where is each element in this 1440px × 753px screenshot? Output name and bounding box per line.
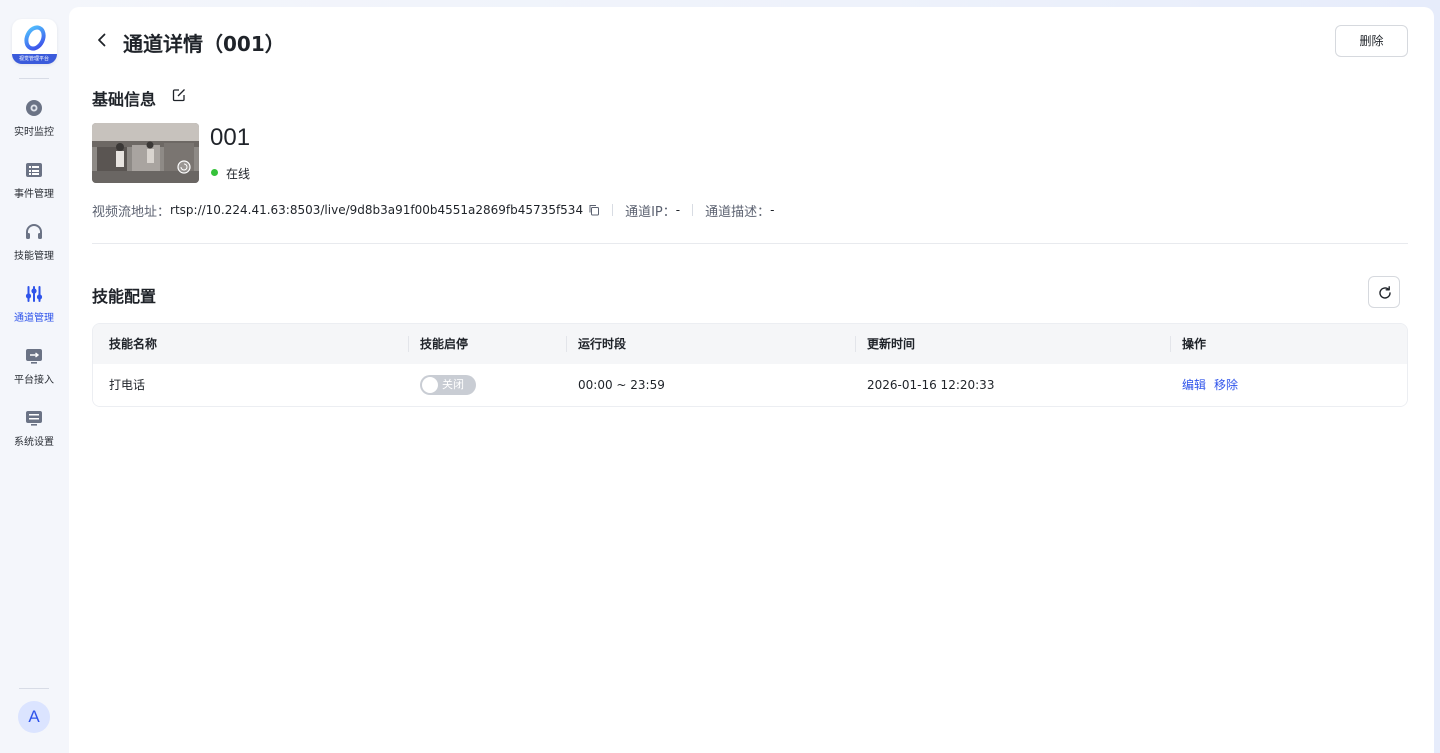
skill-toggle-switch[interactable]: 关闭: [420, 375, 476, 395]
sidebar-item-realtime-monitor[interactable]: 实时监控: [0, 87, 68, 149]
column-header-update-time: 更新时间: [867, 337, 916, 351]
channel-ip-value: -: [675, 203, 681, 217]
column-separator: [566, 336, 567, 352]
column-header-skill-name: 技能名称: [109, 337, 158, 351]
sidebar-item-system-settings[interactable]: 系统设置: [0, 397, 68, 459]
table-header: 技能名称 技能启停 运行时段 更新时间 操作: [93, 324, 1407, 364]
list-icon: [26, 163, 42, 177]
refresh-icon: [1379, 286, 1391, 299]
settings-icon: [26, 411, 42, 426]
skills-table: 技能名称 技能启停 运行时段 更新时间 操作 打电话 关闭 00:00 ~ 23…: [92, 323, 1408, 407]
update-time-cell: 2026-01-16 12:20:33: [867, 378, 995, 392]
sidebar-item-label: 系统设置: [14, 437, 54, 448]
avatar[interactable]: A: [18, 701, 50, 733]
sidebar-item-channel-management[interactable]: 通道管理: [0, 273, 68, 335]
run-period-cell: 00:00 ~ 23:59: [578, 378, 665, 392]
channel-desc-label: 通道描述：: [705, 204, 771, 220]
camera-icon: [26, 100, 42, 116]
table-row: 打电话 关闭 00:00 ~ 23:59 2026-01-16 12:20:33…: [93, 364, 1407, 406]
sidebar-item-label: 技能管理: [14, 251, 54, 262]
page-title: 通道详情（001）: [123, 32, 285, 56]
channel-info-row: 视频流地址： rtsp://10.224.41.63:8503/live/9d8…: [92, 202, 775, 220]
main-panel: 通道详情（001） 删除 基础信息 001 在线 视频流地址： rtsp://1…: [69, 7, 1434, 753]
camera-thumbnail[interactable]: [92, 123, 199, 183]
headset-icon: [26, 224, 42, 239]
skill-config-title: 技能配置: [92, 287, 157, 306]
logo-icon: [23, 25, 46, 51]
toggle-label: 关闭: [442, 378, 464, 391]
column-header-run-period: 运行时段: [578, 337, 627, 351]
skill-name-cell: 打电话: [109, 378, 146, 392]
page-header: 通道详情（001） 删除: [69, 7, 1434, 77]
sidebar-item-label: 平台接入: [14, 375, 54, 386]
section-divider: [92, 243, 1408, 244]
edit-icon[interactable]: [172, 88, 186, 102]
sidebar-item-label: 事件管理: [14, 189, 54, 200]
edit-link[interactable]: 编辑: [1182, 364, 1206, 406]
sidebar-item-label: 实时监控: [14, 127, 54, 138]
channel-ip-label: 通道IP：: [625, 204, 676, 220]
sidebar-bottom-divider: [19, 688, 49, 689]
sidebar-item-label: 通道管理: [14, 313, 54, 324]
column-separator: [408, 336, 409, 352]
stream-url-label: 视频流地址：: [92, 204, 171, 220]
sliders-icon: [25, 286, 43, 302]
platform-icon: [26, 349, 42, 364]
column-header-skill-toggle: 技能启停: [420, 337, 469, 351]
column-separator: [1170, 336, 1171, 352]
refresh-button[interactable]: [1368, 276, 1400, 308]
copy-icon[interactable]: [588, 204, 600, 216]
column-header-actions: 操作: [1182, 337, 1207, 351]
sidebar-item-skill-management[interactable]: 技能管理: [0, 211, 68, 273]
back-arrow-icon[interactable]: [95, 33, 109, 47]
toggle-knob: [422, 377, 438, 393]
channel-name: 001: [210, 124, 251, 151]
logo-text: 视觉管理平台: [11, 54, 57, 64]
column-separator: [855, 336, 856, 352]
sidebar-item-event-management[interactable]: 事件管理: [0, 149, 68, 211]
app-logo[interactable]: 视觉管理平台: [11, 19, 57, 64]
stream-url-value: rtsp://10.224.41.63:8503/live/9d8b3a91f0…: [170, 203, 584, 217]
sidebar-item-platform-access[interactable]: 平台接入: [0, 335, 68, 397]
info-separator: [612, 204, 614, 216]
sidebar: 视觉管理平台 实时监控 事件管理 技能管理 通道管理 平台接入 系统设置 A: [0, 0, 68, 753]
channel-desc-value: -: [770, 203, 775, 217]
sidebar-divider: [19, 78, 49, 79]
basic-info-title: 基础信息: [92, 90, 157, 109]
online-status-dot: [211, 169, 218, 176]
remove-link[interactable]: 移除: [1214, 364, 1238, 406]
info-separator: [692, 204, 694, 216]
sidebar-nav: 实时监控 事件管理 技能管理 通道管理 平台接入 系统设置: [0, 87, 68, 459]
camera-snapshot-image: [92, 123, 199, 183]
delete-button[interactable]: 删除: [1335, 25, 1408, 57]
status-text: 在线: [226, 167, 251, 181]
